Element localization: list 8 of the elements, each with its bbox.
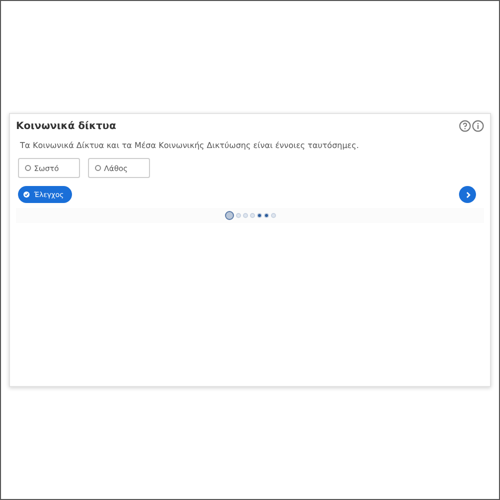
card-title: Κοινωνικά δίκτυα: [16, 120, 116, 132]
next-button[interactable]: [459, 186, 476, 203]
help-icon[interactable]: [459, 120, 471, 132]
page-dot[interactable]: [224, 211, 234, 220]
info-icon[interactable]: [472, 120, 484, 132]
chevron-right-icon: [464, 190, 472, 198]
question-text: Τα Κοινωνικά Δίκτυα και τα Μέσα Κοινωνικής Δικτύωσης είναι έννοιες ταυτόσημες.: [20, 141, 360, 150]
check-icon: [23, 191, 30, 198]
